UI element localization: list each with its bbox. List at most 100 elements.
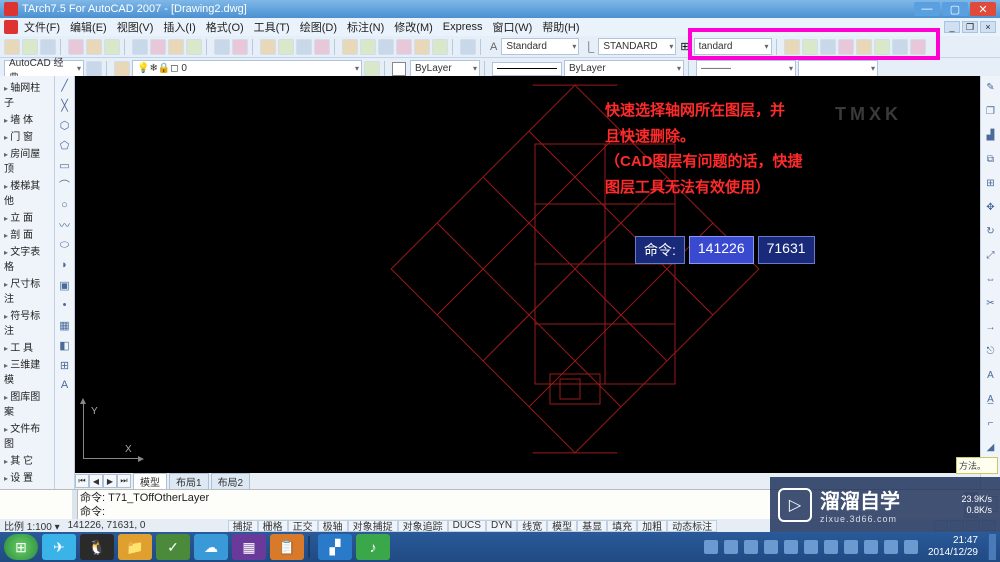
- tab-last-icon[interactable]: ⏭: [117, 474, 131, 488]
- text-b-icon[interactable]: A̲: [984, 392, 998, 406]
- xline-icon[interactable]: ╳: [58, 98, 72, 112]
- mdi-close[interactable]: ×: [980, 21, 996, 33]
- menu-dimension[interactable]: 标注(N): [347, 19, 384, 35]
- layer-tool1-icon[interactable]: [784, 39, 800, 55]
- tray-icon[interactable]: [904, 540, 918, 554]
- linetype-dropdown[interactable]: ByLayer: [564, 60, 684, 77]
- region-icon[interactable]: ◧: [58, 338, 72, 352]
- snap-toggle[interactable]: 捕捉: [228, 520, 258, 532]
- point-icon[interactable]: •: [58, 298, 72, 312]
- menu-format[interactable]: 格式(O): [206, 19, 244, 35]
- layer-prev-icon[interactable]: [364, 61, 380, 77]
- side-item[interactable]: 门 窗: [2, 127, 52, 144]
- side-item[interactable]: 其 它: [2, 451, 52, 468]
- undo-icon[interactable]: [214, 39, 230, 55]
- stretch-icon[interactable]: ⇔: [984, 272, 998, 286]
- dyn-toggle[interactable]: DYN: [486, 520, 517, 532]
- menu-tools[interactable]: 工具(T): [254, 19, 290, 35]
- redo-icon[interactable]: [232, 39, 248, 55]
- tray-icon[interactable]: [784, 540, 798, 554]
- side-item[interactable]: 文字表格: [2, 242, 52, 274]
- new-icon[interactable]: [4, 39, 20, 55]
- scale-icon[interactable]: ⤢: [984, 248, 998, 262]
- layer-tool5-icon[interactable]: [856, 39, 872, 55]
- tab-prev-icon[interactable]: ◀: [89, 474, 103, 488]
- menu-window[interactable]: 窗口(W): [493, 19, 533, 35]
- menu-modify[interactable]: 修改(M): [394, 19, 433, 35]
- side-item[interactable]: 楼梯其他: [2, 176, 52, 208]
- ellipsearc-icon[interactable]: ◗: [58, 258, 72, 272]
- sheet-icon[interactable]: [396, 39, 412, 55]
- mirror-icon[interactable]: ▟: [984, 128, 998, 142]
- tray-icon[interactable]: [824, 540, 838, 554]
- hatch-icon[interactable]: ▦: [58, 318, 72, 332]
- close-button[interactable]: ✕: [970, 2, 996, 16]
- task-app-7[interactable]: 📋: [270, 534, 304, 560]
- polyline-icon[interactable]: ⬡: [58, 118, 72, 132]
- zoomprev-icon[interactable]: [314, 39, 330, 55]
- side-item[interactable]: 设 置: [2, 468, 52, 485]
- task-app-6[interactable]: ▦: [232, 534, 266, 560]
- polar-toggle[interactable]: 极轴: [318, 520, 348, 532]
- grid-toggle[interactable]: 栅格: [258, 520, 288, 532]
- menu-insert[interactable]: 插入(I): [163, 19, 195, 35]
- task-qq[interactable]: 🐧: [80, 534, 114, 560]
- markup-icon[interactable]: [414, 39, 430, 55]
- layer-tool7-icon[interactable]: [892, 39, 908, 55]
- fillet-icon[interactable]: ⌐: [984, 416, 998, 430]
- tool-icon[interactable]: [378, 39, 394, 55]
- layer-manager-icon[interactable]: [114, 61, 130, 77]
- prop-icon[interactable]: [342, 39, 358, 55]
- menu-express[interactable]: Express: [443, 21, 483, 33]
- tray-icon[interactable]: [844, 540, 858, 554]
- start-button[interactable]: ⊞: [4, 534, 38, 560]
- otrack-toggle[interactable]: 对象追踪: [398, 520, 448, 532]
- help-icon[interactable]: [460, 39, 476, 55]
- ducs-toggle[interactable]: DUCS: [448, 520, 486, 532]
- side-item[interactable]: 文件布图: [2, 419, 52, 451]
- side-item[interactable]: 图库图案: [2, 387, 52, 419]
- tray-icon[interactable]: [704, 540, 718, 554]
- task-app-5[interactable]: ☁: [194, 534, 228, 560]
- layer-dropdown[interactable]: 💡❄🔒◻ 0: [132, 60, 362, 77]
- erase-icon[interactable]: ✎: [984, 80, 998, 94]
- polygon-icon[interactable]: ⬠: [58, 138, 72, 152]
- mdi-minimize[interactable]: _: [944, 21, 960, 33]
- rectangle-icon[interactable]: ▭: [58, 158, 72, 172]
- plotstyle-dropdown[interactable]: [798, 60, 878, 77]
- side-item[interactable]: 立 面: [2, 208, 52, 225]
- hide-toggle[interactable]: 基显: [577, 520, 607, 532]
- side-item[interactable]: 墙 体: [2, 110, 52, 127]
- model-tab[interactable]: 模型: [133, 473, 167, 490]
- layer-tool4-icon[interactable]: [838, 39, 854, 55]
- task-folder[interactable]: 📁: [118, 534, 152, 560]
- minimize-button[interactable]: —: [914, 2, 940, 16]
- task-app-9[interactable]: ♪: [356, 534, 390, 560]
- copy-icon[interactable]: [150, 39, 166, 55]
- line-icon[interactable]: ╱: [58, 78, 72, 92]
- ellipse-icon[interactable]: ⬭: [58, 238, 72, 252]
- side-item[interactable]: 符号标注: [2, 306, 52, 338]
- preview-icon[interactable]: [86, 39, 102, 55]
- workspace-settings-icon[interactable]: [86, 61, 102, 77]
- spline-icon[interactable]: 〰: [58, 218, 72, 232]
- fill-toggle[interactable]: 填充: [607, 520, 637, 532]
- tab-first-icon[interactable]: ⏮: [75, 474, 89, 488]
- calc-icon[interactable]: [432, 39, 448, 55]
- textstyle-dropdown[interactable]: Standard: [501, 38, 579, 55]
- dyndim-toggle[interactable]: 动态标注: [667, 520, 717, 532]
- system-clock[interactable]: 21:47 2014/12/29: [928, 535, 978, 559]
- show-desktop[interactable]: [988, 534, 996, 560]
- side-item[interactable]: 三维建模: [2, 355, 52, 387]
- design-icon[interactable]: [360, 39, 376, 55]
- tray-icon[interactable]: [804, 540, 818, 554]
- lwt-toggle[interactable]: 线宽: [517, 520, 547, 532]
- side-item[interactable]: 剖 面: [2, 225, 52, 242]
- match-icon[interactable]: [186, 39, 202, 55]
- side-item[interactable]: 轴网柱子: [2, 78, 52, 110]
- menu-file[interactable]: 文件(F): [24, 19, 60, 35]
- table-icon[interactable]: ⊞: [58, 358, 72, 372]
- side-item[interactable]: 工 具: [2, 338, 52, 355]
- side-item[interactable]: 尺寸标注: [2, 274, 52, 306]
- extend-icon[interactable]: →: [984, 320, 998, 334]
